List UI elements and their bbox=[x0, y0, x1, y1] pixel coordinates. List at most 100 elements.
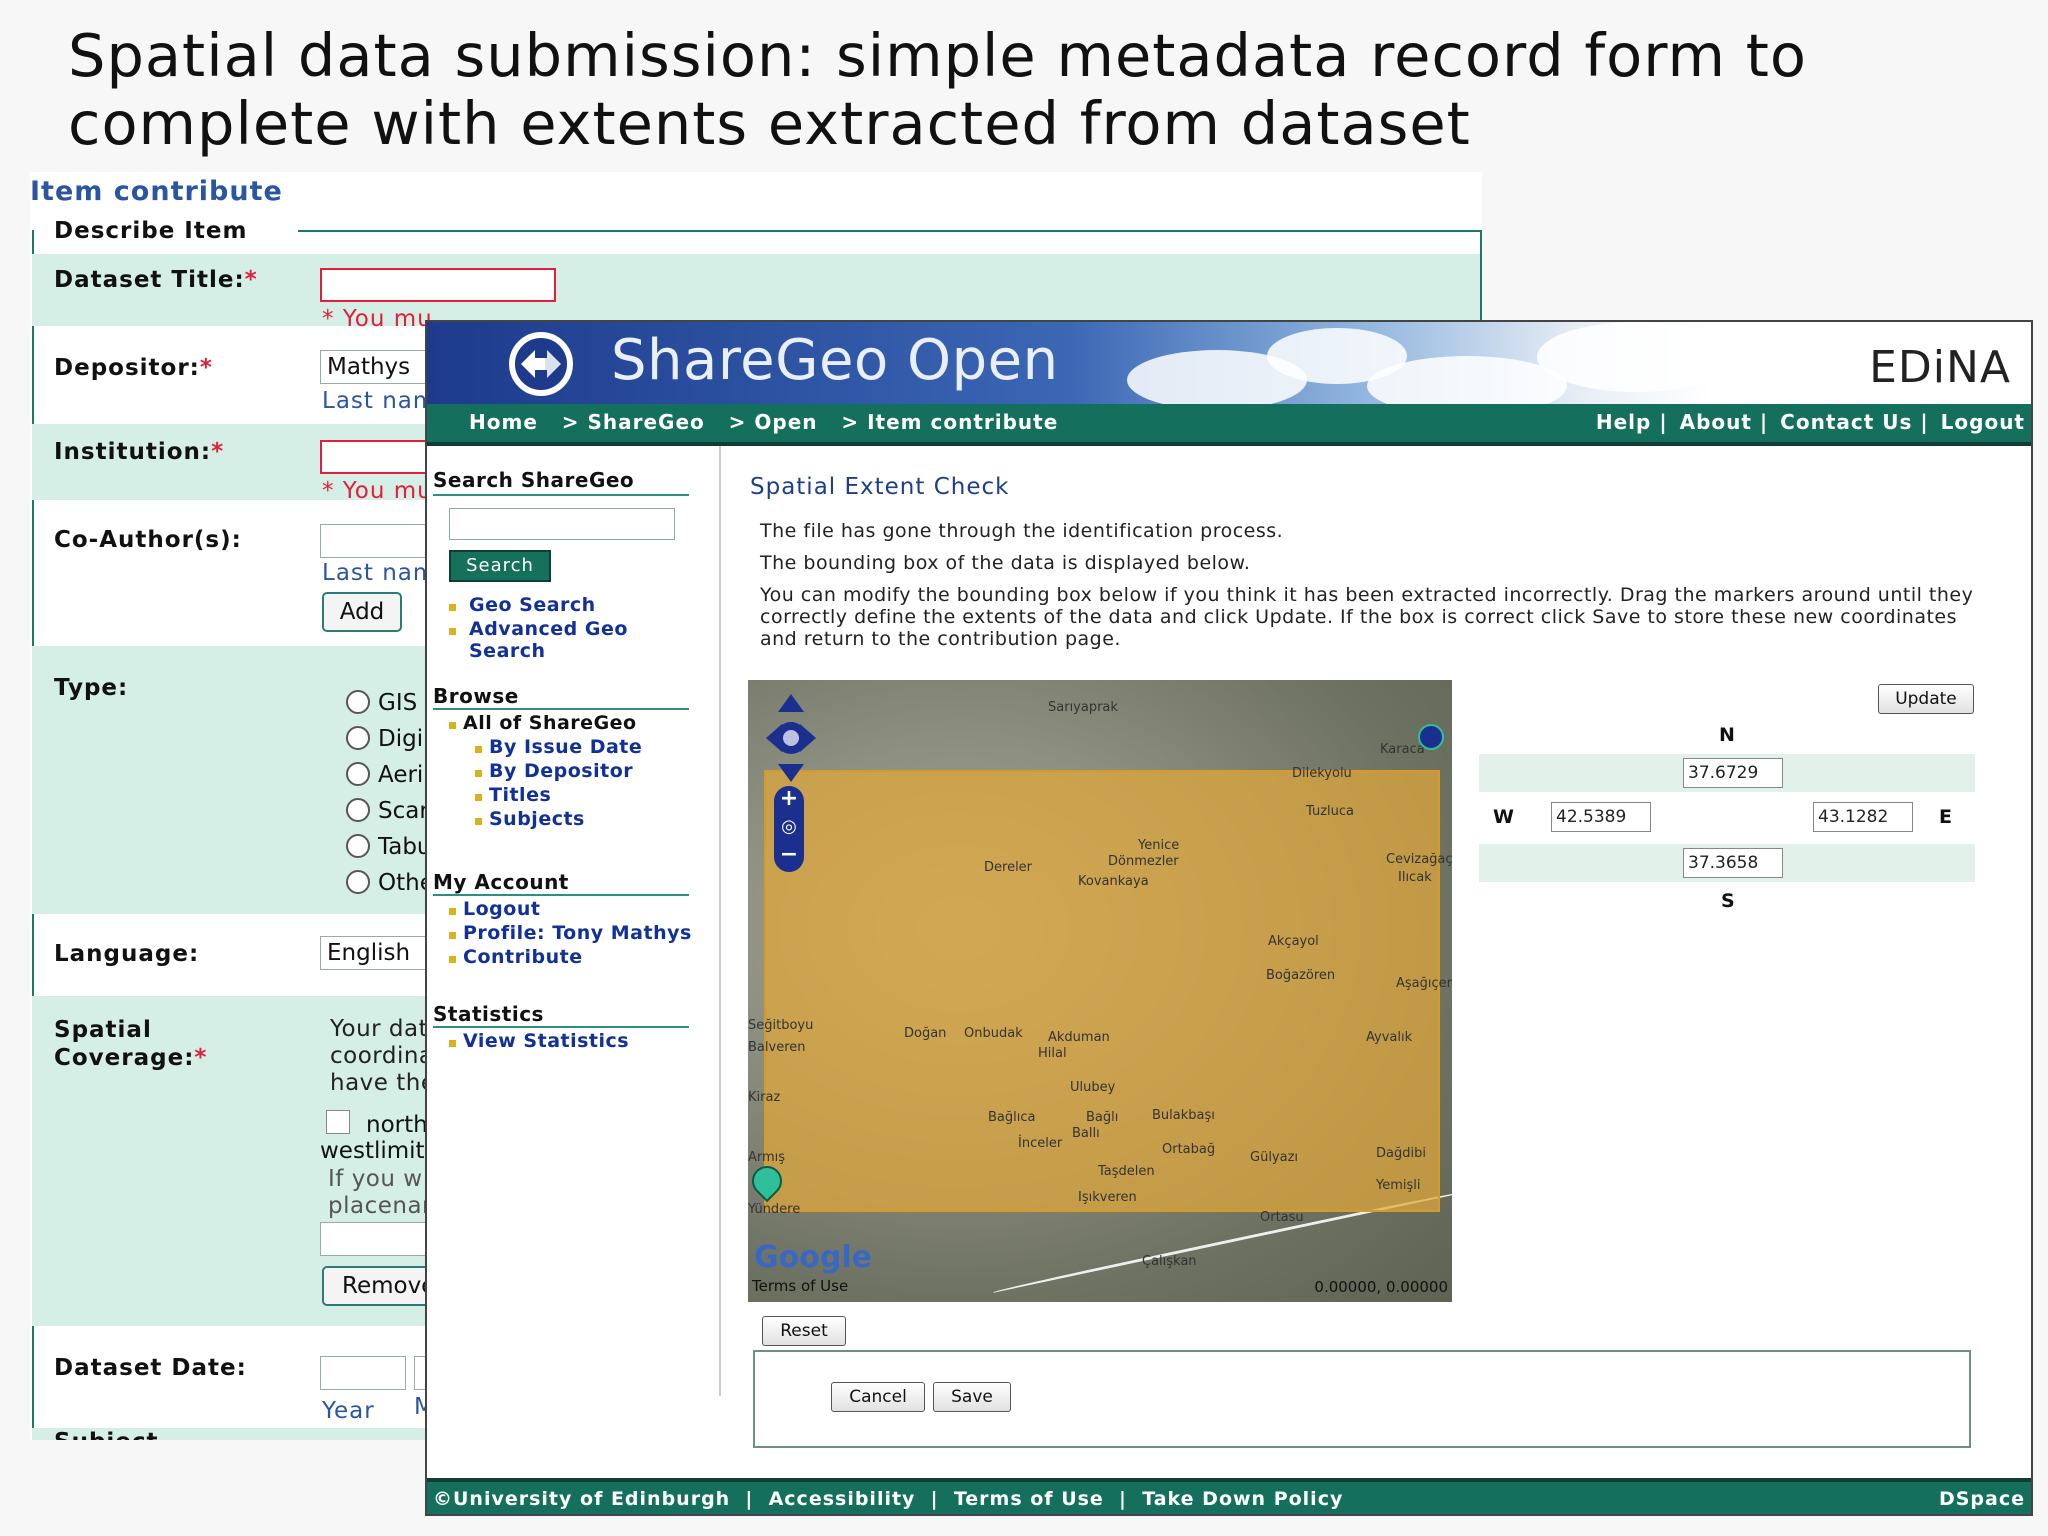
footer-links[interactable]: ©University of Edinburgh | Accessibility… bbox=[433, 1488, 1343, 1510]
map-place-label: Ilıcak bbox=[1398, 870, 1432, 885]
sidebar-divider bbox=[433, 894, 689, 896]
map-place-label: Bağlıca bbox=[988, 1110, 1036, 1125]
action-panel: Cancel Save bbox=[753, 1350, 1971, 1448]
extent-map[interactable]: Sarıyaprak Karaca Dilekyolu Tuzluca Yenice Dö… bbox=[748, 680, 1452, 1302]
spatial-coverage-label: Spatial Coverage:* bbox=[54, 1017, 208, 1071]
type-radio-aerial[interactable] bbox=[346, 762, 370, 786]
map-place-label: Dönmezler bbox=[1108, 854, 1179, 869]
map-coordinate-readout: 0.00000, 0.00000 bbox=[1314, 1278, 1448, 1296]
add-coauthor-button[interactable]: Add bbox=[322, 592, 402, 632]
nav-contact-link[interactable]: Contact Us bbox=[1780, 410, 1912, 434]
nav-logout-link[interactable]: Logout bbox=[1941, 410, 2025, 434]
map-place-label: Tuzluca bbox=[1306, 804, 1354, 819]
sidebar-search-input[interactable] bbox=[449, 508, 675, 540]
account-contribute-link[interactable]: Contribute bbox=[463, 946, 583, 968]
extent-west-east-row: W 42.5389 43.1282 E bbox=[1479, 792, 1975, 844]
east-label: E bbox=[1939, 806, 1952, 828]
type-radio-other[interactable] bbox=[346, 870, 370, 894]
my-account-heading: My Account bbox=[433, 870, 569, 894]
cancel-button[interactable]: Cancel bbox=[831, 1382, 925, 1412]
dspace-link[interactable]: DSpace bbox=[1939, 1488, 2025, 1510]
map-place-label: Ayvalık bbox=[1366, 1030, 1413, 1045]
account-profile-link[interactable]: Profile: Tony Mathys bbox=[463, 922, 692, 944]
nav-about-link[interactable]: About bbox=[1680, 410, 1752, 434]
westlimit-label: westlimit bbox=[320, 1138, 425, 1164]
type-radio-digital[interactable] bbox=[346, 726, 370, 750]
type-radio-scanned[interactable] bbox=[346, 798, 370, 822]
east-input[interactable]: 43.1282 bbox=[1813, 802, 1913, 832]
zoom-control: + ◎ − bbox=[774, 786, 804, 872]
spatial-checkbox[interactable] bbox=[326, 1110, 350, 1134]
browse-depositor-link[interactable]: By Depositor bbox=[489, 760, 633, 782]
browse-subjects-link[interactable]: Subjects bbox=[489, 808, 585, 830]
describe-item-tab[interactable]: Describe Item bbox=[54, 218, 247, 244]
sidebar-divider bbox=[433, 708, 689, 710]
map-place-label: Dağdibi bbox=[1376, 1146, 1426, 1161]
zoom-out-icon[interactable]: − bbox=[774, 842, 804, 868]
map-place-label: Dilekyolu bbox=[1292, 766, 1352, 781]
banner-cloud bbox=[1537, 322, 1737, 392]
type-radio-gis[interactable] bbox=[346, 690, 370, 714]
bullet-icon bbox=[449, 722, 456, 729]
extent-south-row: 37.3658 bbox=[1479, 844, 1975, 882]
sidebar: Search ShareGeo Search Geo Search Advanc… bbox=[433, 446, 697, 1386]
browse-titles-link[interactable]: Titles bbox=[489, 784, 551, 806]
account-logout-link[interactable]: Logout bbox=[463, 898, 540, 920]
browse-issue-date-link[interactable]: By Issue Date bbox=[489, 736, 642, 758]
bullet-icon bbox=[449, 908, 456, 915]
sharegeo-window: ShareGeo Open EDiNA Home > ShareGeo > Op… bbox=[425, 320, 2033, 1516]
bullet-icon bbox=[475, 746, 482, 753]
pan-control[interactable] bbox=[764, 692, 818, 784]
type-label: Type: bbox=[54, 675, 129, 701]
reset-button[interactable]: Reset bbox=[762, 1316, 846, 1346]
south-label: S bbox=[1721, 890, 1735, 912]
subject-label: Subject bbox=[54, 1428, 159, 1440]
info-paragraph-1: The file has gone through the identifica… bbox=[760, 520, 1284, 542]
sidebar-search-button[interactable]: Search bbox=[449, 550, 551, 582]
north-input[interactable]: 37.6729 bbox=[1683, 758, 1783, 788]
bullet-icon bbox=[449, 932, 456, 939]
breadcrumb[interactable]: Home > ShareGeo > Open > Item contribute bbox=[469, 410, 1058, 434]
dataset-title-row: Dataset Title:* * You mu bbox=[32, 254, 1480, 332]
year-input[interactable] bbox=[320, 1356, 406, 1390]
extent-table: N 37.6729 W 42.5389 43.1282 E 37.3658 S bbox=[1479, 716, 1975, 930]
geo-search-link[interactable]: Geo Search bbox=[469, 594, 596, 616]
language-label: Language: bbox=[54, 941, 200, 967]
spatial-check-label: north bbox=[366, 1112, 428, 1138]
globe-icon[interactable]: ◎ bbox=[774, 814, 804, 840]
map-place-label: Armış bbox=[748, 1150, 786, 1165]
map-place-label: Bulakbaşı bbox=[1152, 1108, 1215, 1123]
south-input[interactable]: 37.3658 bbox=[1683, 848, 1783, 878]
browse-all-link[interactable]: All of ShareGeo bbox=[463, 712, 637, 734]
bounding-box[interactable] bbox=[764, 770, 1440, 1212]
map-place-label: Taşdelen bbox=[1098, 1164, 1155, 1179]
zoom-in-icon[interactable]: + bbox=[774, 786, 804, 812]
map-place-label: Aşağıçer bbox=[1396, 976, 1452, 991]
bullet-icon bbox=[449, 604, 456, 611]
tab-divider bbox=[298, 230, 1482, 232]
nav-help-link[interactable]: Help bbox=[1596, 410, 1651, 434]
dataset-date-label: Dataset Date: bbox=[54, 1355, 247, 1381]
save-button[interactable]: Save bbox=[933, 1382, 1011, 1412]
dataset-title-label: Dataset Title:* bbox=[54, 267, 258, 293]
map-place-label: Kiraz bbox=[748, 1090, 781, 1105]
map-place-label: Yemişli bbox=[1376, 1178, 1421, 1193]
map-place-label: İnceler bbox=[1018, 1136, 1063, 1151]
top-nav-links: Help | About | Contact Us | Logout bbox=[1595, 410, 2025, 434]
map-place-label: Onbudak bbox=[964, 1026, 1023, 1041]
map-place-label: Yündere bbox=[748, 1202, 801, 1217]
ne-marker-pin-icon[interactable] bbox=[1418, 724, 1444, 750]
dataset-title-input[interactable] bbox=[320, 268, 556, 302]
west-label: W bbox=[1493, 806, 1514, 828]
west-input[interactable]: 42.5389 bbox=[1551, 802, 1651, 832]
map-place-label: Boğazören bbox=[1266, 968, 1336, 983]
update-button[interactable]: Update bbox=[1878, 684, 1974, 714]
map-place-label: Ballı bbox=[1072, 1126, 1100, 1141]
type-radio-tabular[interactable] bbox=[346, 834, 370, 858]
map-place-label: Doğan bbox=[904, 1026, 947, 1041]
browse-heading: Browse bbox=[433, 684, 519, 708]
map-terms-link[interactable]: Terms of Use bbox=[752, 1277, 848, 1295]
advanced-geo-link[interactable]: Advanced Geo Search bbox=[469, 618, 628, 662]
view-statistics-link[interactable]: View Statistics bbox=[463, 1030, 629, 1052]
type-option-digital: Digi bbox=[378, 726, 424, 752]
